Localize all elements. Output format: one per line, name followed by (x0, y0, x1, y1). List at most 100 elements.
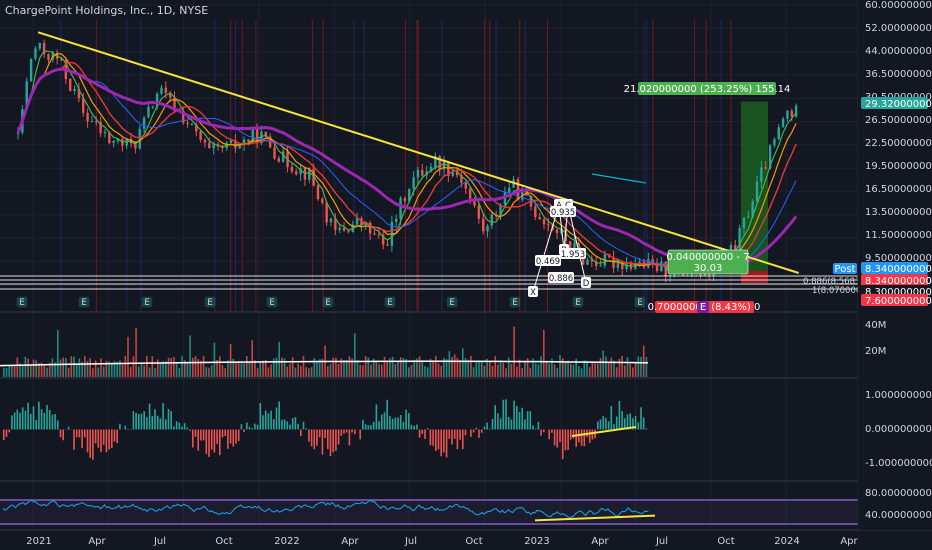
oscillator-bar (102, 429, 105, 445)
oscillator-bar (178, 422, 181, 430)
oscillator-bar (432, 429, 434, 446)
oscillator-bar (205, 429, 208, 454)
oscillator-bar (561, 429, 564, 460)
time-tick-label: Jul (404, 536, 417, 547)
oscillator-bar (51, 414, 54, 430)
time-tick-label: 2023 (524, 536, 549, 547)
volume-bar (375, 360, 378, 377)
oscillator-bar (81, 429, 83, 449)
oscillator-bar (572, 429, 575, 439)
oscillator-bar (556, 429, 559, 448)
oscillator-bar (156, 415, 159, 430)
oscillator-bar (135, 412, 137, 430)
oscillator-bar (621, 411, 623, 430)
candle-body (395, 218, 398, 222)
time-tick-label: Apr (88, 536, 106, 547)
volume-bar (516, 366, 518, 377)
volume-bar (570, 363, 572, 377)
oscillator-bar (16, 409, 19, 430)
oscillator-bar (448, 429, 451, 439)
time-axis[interactable]: 2021 Apr Jul Oct 2022 Apr Jul Oct 2023 Apr Jul Oct 2… (0, 531, 932, 550)
rsi-pane (0, 499, 858, 525)
oscillator-bar (67, 426, 70, 430)
oscillator-bar (224, 429, 226, 436)
oscillator-bar (602, 415, 604, 430)
volume-bar (70, 356, 73, 377)
oscillator-bar (445, 429, 448, 458)
oscillator-bar (413, 425, 415, 430)
oscillator-bar (553, 429, 556, 446)
candle-body (547, 224, 550, 226)
oscillator-bar (116, 429, 118, 444)
oscillator-bar (11, 415, 13, 430)
volume-bar (586, 360, 588, 377)
candle-body (199, 131, 202, 140)
candle-body (147, 106, 150, 118)
oscillator-bar (259, 403, 262, 430)
volume-bar (89, 358, 91, 377)
post-tag-label: Post (835, 264, 856, 275)
volume-bar (246, 356, 248, 377)
volume-bar (637, 356, 640, 377)
oscillator-bar (470, 429, 472, 437)
earnings-marker-label: E (19, 298, 24, 308)
oscillator-bar (302, 421, 305, 430)
oscillator-bar (408, 413, 410, 430)
volume-bar (43, 365, 46, 377)
oscillator-bar (216, 429, 218, 444)
volume-bar (483, 365, 486, 377)
oscillator-bar (140, 413, 143, 430)
oscillator-bar (181, 426, 183, 430)
volume-bar (507, 357, 510, 377)
volume-bar (494, 356, 496, 377)
oscillator-bar (642, 417, 645, 430)
oscillator-bar (291, 418, 294, 430)
price-tick-label: 22.500000000 (865, 138, 932, 149)
volume-bar (170, 358, 172, 377)
candle-body (386, 244, 389, 246)
oscillator-bar (564, 429, 567, 451)
oscillator-bar (300, 429, 302, 437)
oscillator-bar (240, 424, 243, 430)
candle-body (777, 127, 780, 140)
volume-bar (186, 361, 189, 377)
volume-bar (418, 356, 421, 377)
candle-body (190, 123, 194, 125)
candle-body (142, 117, 146, 129)
oscillator-bar (370, 425, 372, 430)
volume-bar (251, 340, 253, 377)
volume-bar (51, 358, 54, 377)
harmonic-ratio: 0.935 (551, 208, 575, 218)
rsi-tick-label: 80.000000000 (865, 488, 932, 499)
volume-bar (610, 357, 613, 377)
candle-body (781, 118, 785, 128)
oscillator-bar (262, 415, 264, 430)
earnings-marker-label: E (144, 298, 149, 308)
candle-body (316, 185, 320, 200)
oscillator-bar (399, 415, 402, 430)
oscillator-bar (148, 403, 151, 430)
oscillator-bar (507, 416, 510, 430)
oscillator-bar (38, 401, 40, 430)
volume-bar (154, 368, 156, 377)
candle-body (34, 48, 37, 59)
time-tick-label: 2024 (774, 536, 799, 547)
oscillator-bar (489, 428, 491, 430)
volume-bar (572, 364, 575, 377)
candle-body (729, 244, 733, 250)
volume-bar (16, 357, 19, 377)
oscillator-bar (502, 399, 505, 430)
volume-bar (397, 361, 399, 377)
chart-background (0, 0, 932, 550)
volume-bar (391, 356, 394, 377)
oscillator-bar (173, 426, 175, 430)
volume-bar (240, 363, 243, 377)
volume-bar (65, 357, 67, 377)
candle-body (160, 87, 163, 94)
oscillator-bar (35, 420, 37, 430)
price-tick-label: 13.500000000 (865, 207, 932, 218)
volume-bar (208, 367, 210, 377)
oscillator-bar (310, 429, 313, 447)
volume-bar (437, 363, 440, 377)
oscillator-bar (97, 429, 100, 448)
